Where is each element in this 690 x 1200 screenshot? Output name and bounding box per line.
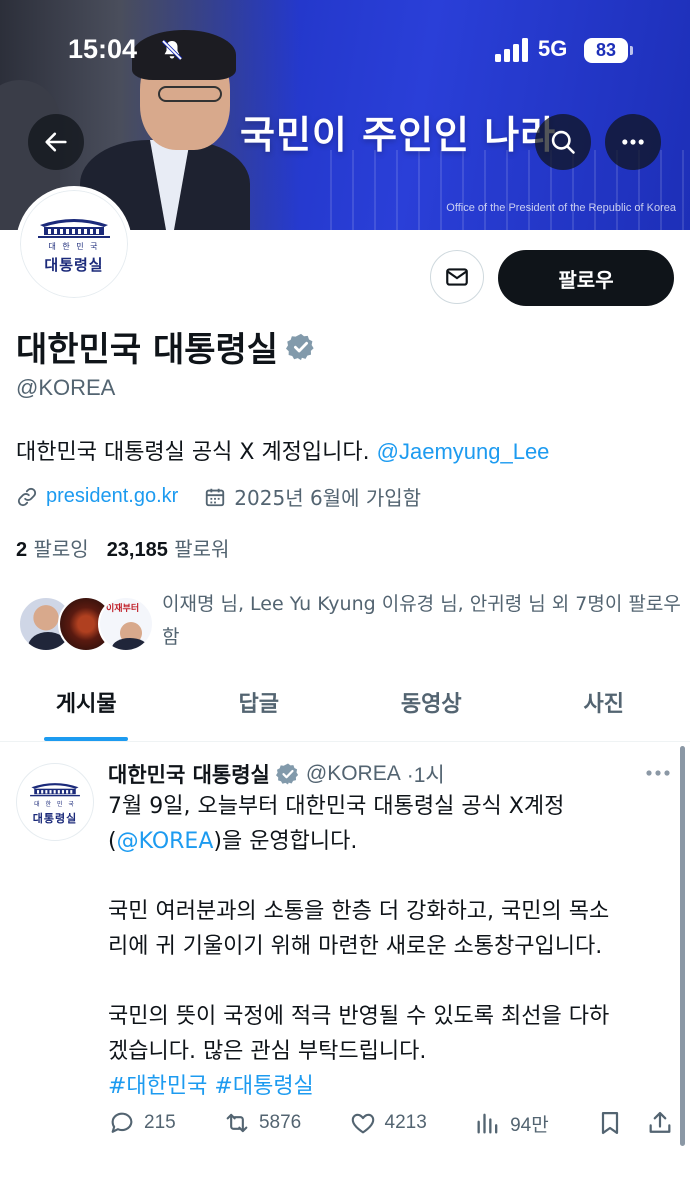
banner-title: 국민이 주인인 나라 (240, 113, 557, 157)
profile-handle: @KOREA (16, 375, 116, 400)
link-icon (17, 487, 37, 506)
like-count: 4213 (384, 1112, 427, 1133)
logo-subtext: 대 한 민 국 (48, 242, 100, 251)
follower-avatar: 이재부터 (98, 596, 154, 652)
bell-muted-icon (161, 39, 183, 61)
share-icon[interactable] (646, 1109, 674, 1137)
arrow-left-icon (45, 132, 67, 152)
back-button[interactable] (28, 114, 84, 170)
banner-caption: Office of the President of the Republic … (446, 202, 676, 214)
verified-badge-icon (275, 763, 298, 785)
views-chart-icon (477, 1113, 498, 1134)
post-timestamp[interactable]: ·1시 (407, 759, 445, 789)
like-button[interactable]: 4213 (349, 1109, 427, 1137)
heart-icon (351, 1113, 374, 1134)
known-followers-text: 이재명 님, Lee Yu Kyung 이유경 님, 안귀령 님 외 7명이 팔… (162, 593, 681, 648)
battery-icon: 83 (584, 38, 633, 63)
bio-mention-link[interactable]: @Jaemyung_Lee (377, 439, 550, 464)
home-indicator (0, 1186, 690, 1200)
more-icon (622, 139, 644, 145)
post-header: 대한민국 대통령실 @KOREA ·1시 (108, 759, 445, 789)
bookmark-icon[interactable] (596, 1109, 624, 1137)
hashtag-link[interactable]: #대통령실 (214, 1074, 313, 1099)
post-avatar[interactable]: 대 한 민 국 대통령실 (16, 763, 94, 841)
tab-active-indicator (44, 737, 129, 741)
verified-badge-icon[interactable] (286, 332, 316, 362)
profile-avatar[interactable]: 대 한 민 국 대통령실 (16, 186, 132, 302)
search-icon (551, 130, 575, 154)
follow-stats: 2 팔로잉 23,185 팔로워 (16, 533, 229, 562)
website-link[interactable]: president.go.kr (46, 485, 178, 508)
logo-subtext: 대 한 민 국 (34, 800, 76, 808)
calendar-icon (206, 488, 225, 506)
post-more-icon[interactable] (645, 769, 671, 777)
follower-avatar-text: 이재부터 (106, 604, 140, 614)
logo-text: 대통령실 (44, 256, 104, 274)
reply-count: 215 (144, 1112, 176, 1133)
post-actions: 215 5876 4213 94만 (108, 1109, 674, 1137)
tab-videos[interactable]: 동영상 (345, 666, 518, 741)
post-author-handle[interactable]: @KOREA (306, 762, 401, 786)
post-text: 7월 9일, 오늘부터 대한민국 대통령실 공식 X계정 (@KOREA)을 운… (108, 794, 610, 1099)
tab-replies[interactable]: 답글 (173, 666, 346, 741)
follow-button[interactable]: 팔로우 (498, 250, 674, 306)
profile-meta: president.go.kr 2025년 6월에 가입함 (16, 482, 421, 511)
reply-icon (111, 1112, 133, 1133)
search-button[interactable] (535, 114, 591, 170)
blue-house-logo-icon (30, 782, 80, 796)
post-mention-link[interactable]: @KOREA (117, 829, 214, 854)
scrollbar[interactable] (680, 746, 685, 1146)
join-date: 2025년 6월에 가입함 (234, 486, 422, 510)
repost-button[interactable]: 5876 (223, 1109, 301, 1137)
post-author-name[interactable]: 대한민국 대통령실 (108, 759, 270, 789)
logo-text: 대통령실 (32, 811, 78, 825)
envelope-icon (446, 268, 468, 286)
hashtag-link[interactable]: #대한민국 (108, 1074, 207, 1099)
display-name-text: 대한민국 대통령실 (16, 330, 279, 370)
followers-you-know[interactable]: 이재부터 이재명 님, Lee Yu Kyung 이유경 님, 안귀령 님 외 … (16, 588, 681, 654)
profile-tabs: 게시물 답글 동영상 사진 (0, 666, 690, 742)
tab-posts[interactable]: 게시물 (0, 666, 173, 741)
bio-text: 대한민국 대통령실 공식 X 계정입니다. (16, 440, 377, 465)
more-button[interactable] (605, 114, 661, 170)
reply-button[interactable]: 215 (108, 1109, 176, 1137)
followers-stat[interactable]: 23,185 팔로워 (107, 533, 230, 562)
network-label: 5G (538, 36, 568, 61)
display-name: 대한민국 대통령실 (16, 322, 316, 371)
post-extra-actions (596, 1109, 674, 1137)
tab-photos[interactable]: 사진 (518, 666, 690, 741)
signal-icon (495, 38, 528, 62)
blue-house-logo-icon (38, 219, 110, 238)
message-button[interactable] (430, 250, 484, 304)
post[interactable]: 대 한 민 국 대통령실 대한민국 대통령실 @KOREA ·1시 7월 9일, … (0, 743, 690, 1200)
views-button[interactable]: 94만 (474, 1109, 549, 1137)
profile-bio: 대한민국 대통령실 공식 X 계정입니다. @Jaemyung_Lee (16, 434, 549, 466)
following-stat[interactable]: 2 팔로잉 (16, 533, 89, 562)
status-time: 15:04 (68, 34, 138, 64)
repost-icon (226, 1113, 248, 1133)
repost-count: 5876 (258, 1112, 302, 1133)
views-count: 94만 (510, 1114, 549, 1136)
